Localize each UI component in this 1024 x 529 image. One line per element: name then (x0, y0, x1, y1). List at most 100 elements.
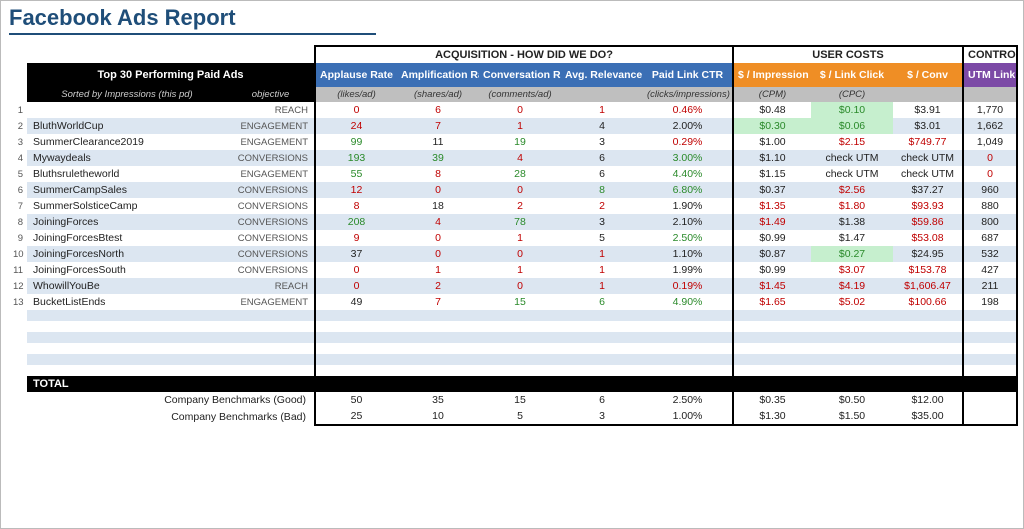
aq-cell[interactable]: 3 (561, 214, 643, 230)
aq-cell[interactable]: 7 (397, 294, 479, 310)
uc-cell[interactable]: $0.10 (811, 102, 893, 118)
table-row[interactable]: 8JoiningForcesCONVERSIONS20847832.10%$1.… (9, 214, 1017, 230)
col-cost-impression[interactable]: $ / Impression (733, 63, 811, 87)
uc-cell[interactable]: $3.91 (893, 102, 963, 118)
aq-cell[interactable]: 49 (315, 294, 397, 310)
ad-name[interactable]: Mywaydeals (27, 150, 227, 166)
ctl-cell[interactable]: 0 (963, 166, 1017, 182)
aq-cell[interactable]: 99 (315, 134, 397, 150)
ctl-cell[interactable]: 960 (963, 182, 1017, 198)
uc-cell[interactable]: $5.02 (811, 294, 893, 310)
col-applause[interactable]: Applause Rate (315, 63, 397, 87)
aq-cell[interactable]: 5 (561, 230, 643, 246)
aq-cell[interactable]: 1 (561, 102, 643, 118)
col-amplification[interactable]: Amplification Rate (397, 63, 479, 87)
uc-cell[interactable]: $0.48 (733, 102, 811, 118)
uc-cell[interactable]: $1.00 (733, 134, 811, 150)
uc-cell[interactable]: $1.10 (733, 150, 811, 166)
table-row[interactable]: 6SummerCampSalesCONVERSIONS120086.80%$0.… (9, 182, 1017, 198)
aq-cell[interactable]: 8 (561, 182, 643, 198)
aq-cell[interactable]: 2 (397, 278, 479, 294)
uc-cell[interactable]: check UTM (811, 166, 893, 182)
table-row[interactable]: 7SummerSolsticeCampCONVERSIONS818221.90%… (9, 198, 1017, 214)
aq-cell[interactable]: 1.90% (643, 198, 733, 214)
aq-cell[interactable]: 18 (397, 198, 479, 214)
aq-cell[interactable]: 12 (315, 182, 397, 198)
uc-cell[interactable]: $3.01 (893, 118, 963, 134)
aq-cell[interactable]: 1 (479, 230, 561, 246)
aq-cell[interactable]: 0.19% (643, 278, 733, 294)
aq-cell[interactable]: 193 (315, 150, 397, 166)
uc-cell[interactable]: check UTM (893, 150, 963, 166)
aq-cell[interactable]: 6 (397, 102, 479, 118)
uc-cell[interactable]: check UTM (811, 150, 893, 166)
aq-cell[interactable]: 1 (561, 262, 643, 278)
aq-cell[interactable]: 208 (315, 214, 397, 230)
aq-cell[interactable]: 3 (561, 134, 643, 150)
ctl-cell[interactable]: 800 (963, 214, 1017, 230)
uc-cell[interactable]: $3.07 (811, 262, 893, 278)
aq-cell[interactable]: 6 (561, 150, 643, 166)
uc-cell[interactable]: $153.78 (893, 262, 963, 278)
aq-cell[interactable]: 7 (397, 118, 479, 134)
aq-cell[interactable]: 15 (479, 294, 561, 310)
aq-cell[interactable]: 4 (561, 118, 643, 134)
aq-cell[interactable]: 1.99% (643, 262, 733, 278)
aq-cell[interactable]: 0 (479, 246, 561, 262)
col-conversation[interactable]: Conversation Rate (479, 63, 561, 87)
ad-name[interactable]: JoiningForcesNorth (27, 246, 227, 262)
table-row[interactable]: 3SummerClearance2019ENGAGEMENT99111930.2… (9, 134, 1017, 150)
uc-cell[interactable]: $4.19 (811, 278, 893, 294)
table-row[interactable]: 5BluthsruletheworldENGAGEMENT5582864.40%… (9, 166, 1017, 182)
aq-cell[interactable]: 2.00% (643, 118, 733, 134)
aq-cell[interactable]: 2 (561, 198, 643, 214)
uc-cell[interactable]: $1.35 (733, 198, 811, 214)
uc-cell[interactable]: $2.56 (811, 182, 893, 198)
aq-cell[interactable]: 24 (315, 118, 397, 134)
aq-cell[interactable]: 6.80% (643, 182, 733, 198)
uc-cell[interactable]: $0.37 (733, 182, 811, 198)
ad-name[interactable]: JoiningForcesBtest (27, 230, 227, 246)
ctl-cell[interactable]: 1,049 (963, 134, 1017, 150)
col-relevance[interactable]: Avg. Relevance Score (561, 63, 643, 87)
uc-cell[interactable]: $100.66 (893, 294, 963, 310)
aq-cell[interactable]: 1 (479, 262, 561, 278)
aq-cell[interactable]: 0 (315, 262, 397, 278)
uc-cell[interactable]: $1,606.47 (893, 278, 963, 294)
aq-cell[interactable]: 3.00% (643, 150, 733, 166)
table-row[interactable]: 12WhowillYouBeREACH02010.19%$1.45$4.19$1… (9, 278, 1017, 294)
aq-cell[interactable]: 0 (397, 230, 479, 246)
aq-cell[interactable]: 0 (315, 102, 397, 118)
aq-cell[interactable]: 4 (397, 214, 479, 230)
uc-cell[interactable]: $1.49 (733, 214, 811, 230)
aq-cell[interactable]: 19 (479, 134, 561, 150)
col-utm-clicks[interactable]: UTM Link Clicks (963, 63, 1017, 87)
uc-cell[interactable]: $0.06 (811, 118, 893, 134)
col-cost-conv[interactable]: $ / Conv (893, 63, 963, 87)
aq-cell[interactable]: 39 (397, 150, 479, 166)
ad-name[interactable]: Bluthsruletheworld (27, 166, 227, 182)
aq-cell[interactable]: 0 (479, 278, 561, 294)
aq-cell[interactable]: 55 (315, 166, 397, 182)
ad-name[interactable]: JoiningForcesSouth (27, 262, 227, 278)
ad-name[interactable]: SummerClearance2019 (27, 134, 227, 150)
uc-cell[interactable]: $2.15 (811, 134, 893, 150)
ctl-cell[interactable]: 1,770 (963, 102, 1017, 118)
aq-cell[interactable]: 0 (479, 102, 561, 118)
aq-cell[interactable]: 1 (397, 262, 479, 278)
ad-name[interactable]: SummerSolsticeCamp (27, 198, 227, 214)
aq-cell[interactable]: 4 (479, 150, 561, 166)
table-row[interactable]: 13BucketListEndsENGAGEMENT4971564.90%$1.… (9, 294, 1017, 310)
aq-cell[interactable]: 4.90% (643, 294, 733, 310)
aq-cell[interactable]: 28 (479, 166, 561, 182)
uc-cell[interactable]: $24.95 (893, 246, 963, 262)
ctl-cell[interactable]: 687 (963, 230, 1017, 246)
col-cost-click[interactable]: $ / Link Click (811, 63, 893, 87)
table-row[interactable]: 9JoiningForcesBtestCONVERSIONS90152.50%$… (9, 230, 1017, 246)
aq-cell[interactable]: 6 (561, 166, 643, 182)
aq-cell[interactable]: 0 (315, 278, 397, 294)
uc-cell[interactable]: $93.93 (893, 198, 963, 214)
ad-name[interactable]: WhowillYouBe (27, 278, 227, 294)
uc-cell[interactable]: check UTM (893, 166, 963, 182)
uc-cell[interactable]: $1.45 (733, 278, 811, 294)
